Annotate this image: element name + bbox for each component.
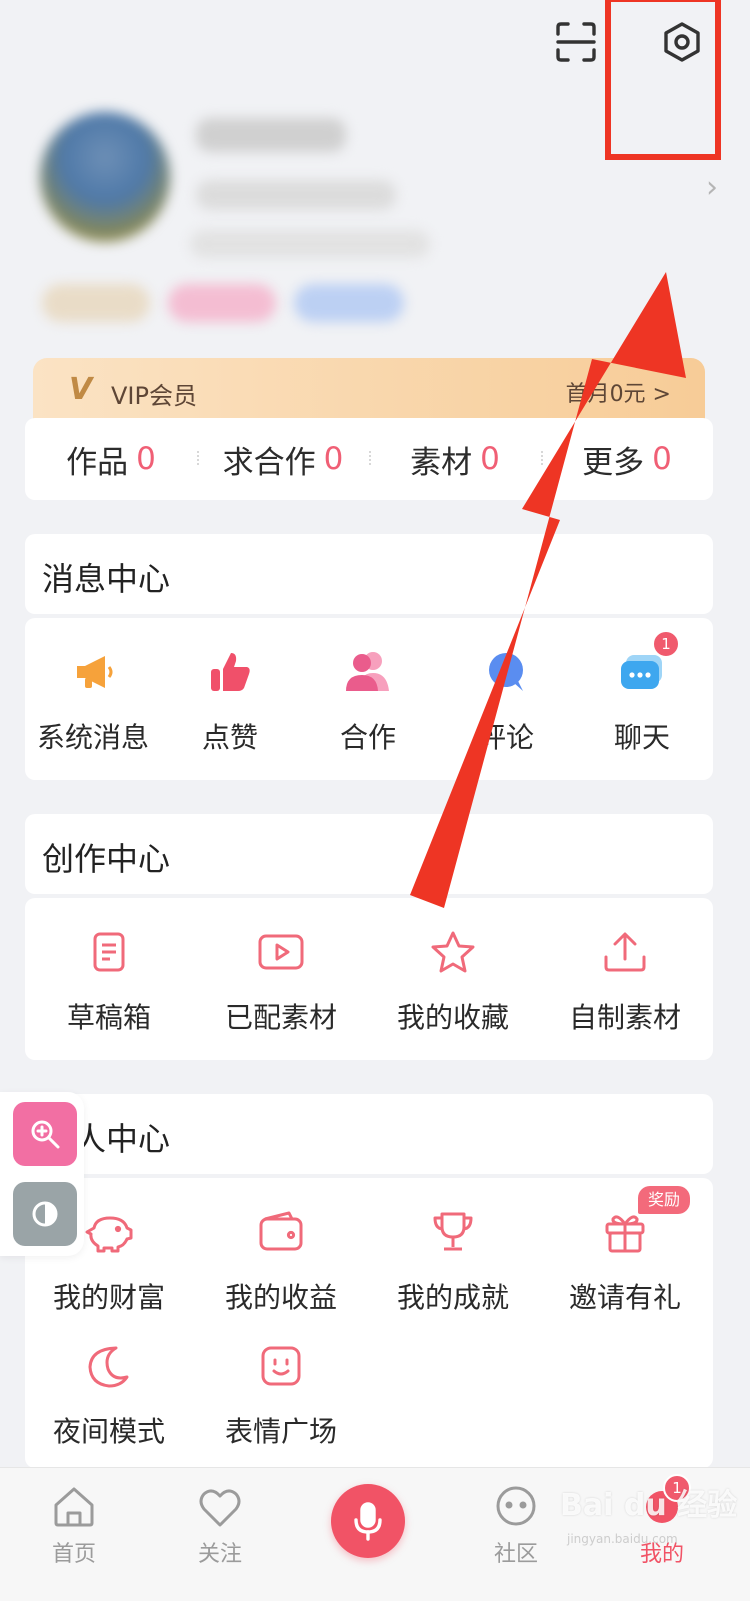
annotation-arrow-icon [410,272,686,908]
